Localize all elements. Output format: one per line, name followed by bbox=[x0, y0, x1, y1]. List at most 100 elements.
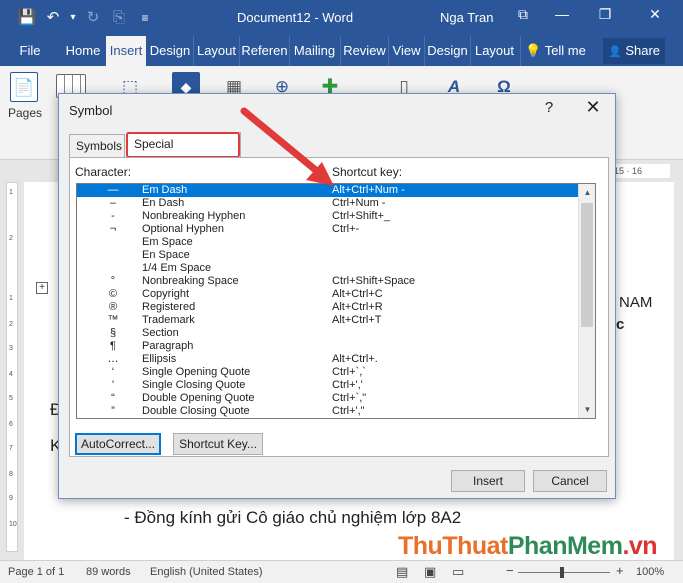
list-item-shortcut: Ctrl+'," bbox=[332, 405, 365, 417]
list-item[interactable]: – En Dash Ctrl+Num - bbox=[77, 197, 580, 210]
shortcut-key-button[interactable]: Shortcut Key... bbox=[173, 433, 263, 455]
page-count[interactable]: Page 1 of 1 bbox=[8, 566, 64, 578]
list-item[interactable]: ¶ Paragraph bbox=[77, 340, 580, 353]
ruler-tick: 5 bbox=[9, 395, 13, 402]
list-item-name: Single Closing Quote bbox=[142, 379, 246, 391]
repeat-icon[interactable]: ⎘ bbox=[106, 7, 132, 29]
scroll-up-icon[interactable]: ▲ bbox=[579, 184, 595, 201]
list-item[interactable]: § Section bbox=[77, 327, 580, 340]
close-icon[interactable]: ✕ bbox=[581, 97, 605, 118]
help-icon[interactable]: ? bbox=[539, 99, 559, 116]
list-item-char: ‘ bbox=[111, 366, 115, 378]
tab-review[interactable]: Review bbox=[340, 36, 388, 66]
list-item-char: ¬ bbox=[109, 223, 117, 235]
restore-icon[interactable]: ❐ bbox=[590, 6, 620, 23]
list-item-name: Nonbreaking Hyphen bbox=[142, 210, 246, 222]
list-item-char: – bbox=[109, 197, 117, 209]
list-item-shortcut: Alt+Ctrl+T bbox=[332, 314, 382, 326]
read-mode-icon[interactable]: ▤ bbox=[396, 564, 408, 580]
tab-mailings[interactable]: Mailing bbox=[289, 36, 339, 66]
list-item[interactable]: ” Double Closing Quote Ctrl+'," bbox=[77, 405, 580, 418]
pages-label[interactable]: Pages bbox=[8, 106, 42, 120]
redo-icon[interactable]: ↻ bbox=[80, 7, 106, 29]
list-item-char: — bbox=[107, 184, 119, 196]
list-item-shortcut: Alt+Ctrl+R bbox=[332, 301, 383, 313]
save-icon[interactable]: 💾 bbox=[14, 7, 40, 29]
list-item-char: ® bbox=[108, 301, 118, 313]
list-item[interactable]: ¬ Optional Hyphen Ctrl+- bbox=[77, 223, 580, 236]
undo-icon[interactable]: ↶ bbox=[40, 7, 66, 29]
zoom-slider-thumb[interactable] bbox=[560, 567, 564, 578]
special-characters-list[interactable]: — Em Dash Alt+Ctrl+Num - – En Dash Ctrl+Num -… bbox=[76, 183, 596, 419]
user-name[interactable]: Nga Tran bbox=[440, 10, 493, 25]
list-item[interactable]: ™ Trademark Alt+Ctrl+T bbox=[77, 314, 580, 327]
list-item[interactable]: … Ellipsis Alt+Ctrl+. bbox=[77, 353, 580, 366]
list-item-shortcut: Alt+Ctrl+. bbox=[332, 353, 378, 365]
word-count[interactable]: 89 words bbox=[86, 566, 131, 578]
document-title: Document12 - Word bbox=[237, 10, 354, 25]
language[interactable]: English (United States) bbox=[150, 566, 263, 578]
list-item-name: Registered bbox=[142, 301, 196, 313]
minimize-icon[interactable]: — bbox=[547, 6, 577, 22]
insert-button[interactable]: Insert bbox=[451, 470, 525, 492]
list-item[interactable]: ® Registered Alt+Ctrl+R bbox=[77, 301, 580, 314]
cancel-button[interactable]: Cancel bbox=[533, 470, 607, 492]
tab-view[interactable]: View bbox=[388, 36, 424, 66]
list-item-name: Em Dash bbox=[142, 184, 188, 196]
list-item-char: ’ bbox=[111, 379, 115, 391]
scroll-down-icon[interactable]: ▼ bbox=[579, 401, 595, 418]
list-item-name: Section bbox=[142, 327, 179, 339]
zoom-in-icon[interactable]: + bbox=[616, 563, 624, 578]
person-icon: 👤 bbox=[607, 46, 622, 58]
ruler-tick: 9 bbox=[9, 495, 13, 502]
autocorrect-button[interactable]: AutoCorrect... bbox=[75, 433, 161, 455]
list-item[interactable]: 1/4 Em Space bbox=[77, 262, 580, 275]
list-item-name: En Dash bbox=[142, 197, 185, 209]
pages-icon[interactable]: 📄 bbox=[10, 72, 38, 102]
list-item[interactable]: En Space bbox=[77, 249, 580, 262]
list-item[interactable]: — Em Dash Alt+Ctrl+Num - bbox=[77, 184, 580, 197]
zoom-level[interactable]: 100% bbox=[636, 566, 664, 578]
close-icon[interactable]: ✕ bbox=[640, 6, 670, 23]
list-item-char: § bbox=[109, 327, 117, 339]
undo-dropdown-icon[interactable]: ▾ bbox=[66, 7, 80, 29]
tab-table-design[interactable]: Design bbox=[424, 36, 470, 66]
watermark-logo: ThuThuatPhanMem.vn bbox=[398, 532, 658, 560]
tab-references[interactable]: Referen bbox=[239, 36, 289, 66]
list-item-name: Double Closing Quote bbox=[142, 405, 250, 417]
ruler-tick: 1 bbox=[9, 295, 13, 302]
zoom-out-icon[interactable]: − bbox=[506, 563, 514, 578]
tab-table-layout[interactable]: Layout bbox=[470, 36, 518, 66]
list-item[interactable]: “ Double Opening Quote Ctrl+`," bbox=[77, 392, 580, 405]
tab-design[interactable]: Design bbox=[147, 36, 193, 66]
share-button[interactable]: 👤 Share bbox=[603, 38, 665, 64]
shortcut-column-header: Shortcut key: bbox=[332, 165, 403, 179]
ribbon-display-options-icon[interactable]: ⧉ bbox=[508, 6, 538, 23]
customize-qat-icon[interactable]: ≡ bbox=[132, 7, 158, 29]
tell-me-box[interactable]: 💡 Tell me bbox=[520, 36, 590, 66]
tab-layout[interactable]: Layout bbox=[193, 36, 239, 66]
tab-file[interactable]: File bbox=[10, 36, 50, 66]
list-item[interactable]: Em Space bbox=[77, 236, 580, 249]
list-item-shortcut: Ctrl+Shift+Space bbox=[332, 275, 416, 287]
tab-symbols[interactable]: Symbols bbox=[69, 134, 125, 158]
ruler-tick: 3 bbox=[9, 345, 13, 352]
list-item[interactable]: ‑ Nonbreaking Hyphen Ctrl+Shift+_ bbox=[77, 210, 580, 223]
web-layout-icon[interactable]: ▭ bbox=[452, 564, 464, 580]
ruler-tick: 8 bbox=[9, 471, 13, 478]
tab-home[interactable]: Home bbox=[62, 36, 104, 66]
dialog-title: Symbol bbox=[69, 103, 113, 118]
ruler-tick: 10 bbox=[9, 521, 17, 528]
print-layout-icon[interactable]: ▣ bbox=[424, 564, 436, 580]
list-item[interactable]: ’ Single Closing Quote Ctrl+',' bbox=[77, 379, 580, 392]
scrollbar-thumb[interactable] bbox=[581, 203, 593, 327]
list-item-shortcut: Ctrl+`,` bbox=[332, 366, 366, 378]
tab-insert[interactable]: Insert bbox=[106, 36, 146, 66]
list-item[interactable]: ‘ Single Opening Quote Ctrl+`,` bbox=[77, 366, 580, 379]
list-item[interactable]: ° Nonbreaking Space Ctrl+Shift+Space bbox=[77, 275, 580, 288]
zoom-slider[interactable] bbox=[518, 572, 610, 573]
table-move-handle-icon[interactable]: + bbox=[36, 282, 48, 294]
list-scrollbar[interactable]: ▲ ▼ bbox=[578, 184, 595, 418]
list-item[interactable]: © Copyright Alt+Ctrl+C bbox=[77, 288, 580, 301]
tell-me-label: Tell me bbox=[544, 43, 586, 58]
